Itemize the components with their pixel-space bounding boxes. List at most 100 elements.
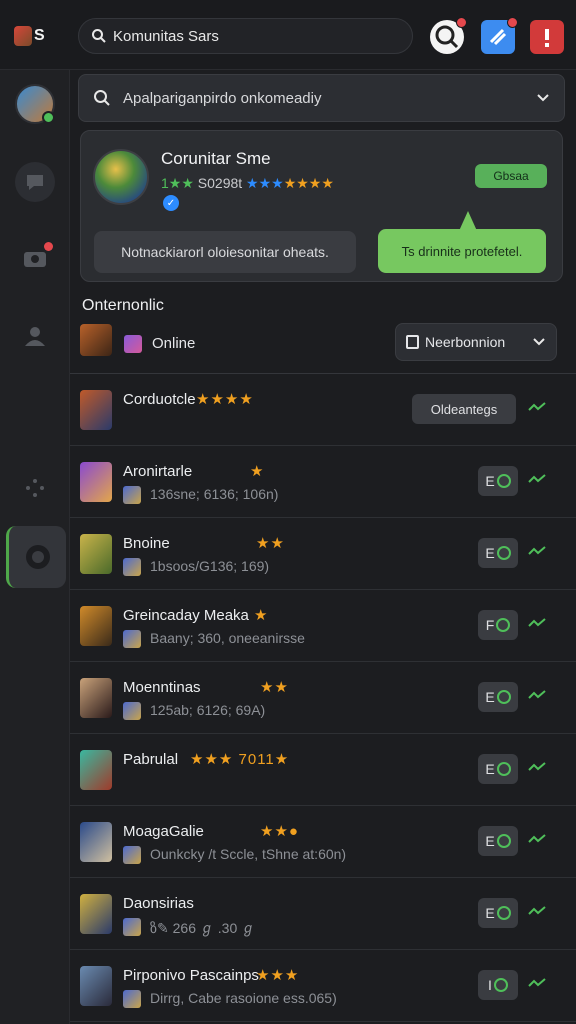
member-row[interactable]: Pabrulal ★★★ 7011★ E bbox=[70, 734, 576, 806]
community-avatar bbox=[93, 149, 149, 205]
game-mini-icon bbox=[124, 335, 142, 353]
member-rating: ★★● bbox=[260, 823, 299, 840]
member-name: Aronirtarle bbox=[123, 463, 193, 480]
record-icon[interactable] bbox=[6, 526, 66, 588]
camera-badge bbox=[44, 242, 53, 251]
invite-button[interactable]: E bbox=[478, 538, 518, 568]
game-mini-icon bbox=[123, 918, 141, 936]
online-label: Online bbox=[152, 335, 196, 352]
chevron-down-icon bbox=[537, 94, 549, 102]
invite-button[interactable]: E bbox=[478, 682, 518, 712]
invite-button-label: E bbox=[485, 761, 495, 777]
logo-icon bbox=[14, 26, 32, 46]
member-avatar bbox=[80, 606, 112, 646]
member-name: Moenntinas bbox=[123, 679, 201, 696]
status-ring-icon bbox=[496, 762, 511, 776]
join-button[interactable]: Gbsaa bbox=[475, 164, 547, 188]
member-avatar bbox=[80, 534, 112, 574]
checkbox-icon bbox=[406, 335, 419, 349]
chat-icon[interactable] bbox=[15, 162, 55, 202]
member-row[interactable]: Corduotcle ★★★★ Oldeantegs bbox=[70, 374, 576, 446]
trend-icon bbox=[528, 834, 546, 843]
online-status-icon bbox=[42, 111, 55, 124]
member-rating: ★ bbox=[254, 607, 269, 624]
invite-button[interactable]: E bbox=[478, 898, 518, 928]
trend-icon bbox=[528, 690, 546, 699]
search-text: Apalpariganpirdo onkomeadiy bbox=[123, 89, 322, 107]
community-title: Corunitar Sme bbox=[161, 149, 271, 168]
game-mini-icon bbox=[123, 702, 141, 720]
member-avatar bbox=[80, 678, 112, 718]
tooltip-pointer bbox=[459, 211, 477, 231]
invite-button[interactable]: I bbox=[478, 970, 518, 1000]
invite-button-label: I bbox=[488, 977, 492, 993]
member-row[interactable]: Moenntinas ★★ 125ab; 6126; 69A) E bbox=[70, 662, 576, 734]
member-avatar bbox=[80, 822, 112, 862]
game-mini-icon bbox=[123, 630, 141, 648]
member-name: MoagaGalie bbox=[123, 823, 204, 840]
invite-button-label: E bbox=[485, 473, 495, 489]
game-mini-icon bbox=[123, 486, 141, 504]
user-icon[interactable] bbox=[15, 316, 55, 356]
invite-button[interactable]: F bbox=[478, 610, 518, 640]
member-name: Pabrulal bbox=[123, 751, 179, 768]
member-row[interactable]: Pirponivo Pascainps ★★★ Dirrg, Cabe rasoio… bbox=[70, 950, 576, 1022]
trend-icon bbox=[528, 906, 546, 915]
member-avatar bbox=[80, 894, 112, 934]
member-list: Corduotcle ★★★★ Oldeantegs Aronirtarle ★ 136s… bbox=[70, 374, 576, 1022]
top-search-bar[interactable]: Komunitas Sars bbox=[78, 18, 413, 54]
member-avatar bbox=[80, 462, 112, 502]
notification-icon[interactable] bbox=[530, 20, 564, 54]
invite-button-label: E bbox=[485, 545, 495, 561]
chevron-down-icon bbox=[533, 338, 545, 346]
community-search-dropdown[interactable]: Apalpariganpirdo onkomeadiy bbox=[78, 74, 565, 122]
avatar[interactable] bbox=[15, 84, 55, 124]
member-row[interactable]: MoagaGalie ★★● Ounkcky /t Sccle, tShne at:… bbox=[70, 806, 576, 878]
member-row[interactable]: Daonsirias ზ✎ 266 ℊ .30 ℊ E bbox=[70, 878, 576, 950]
invite-button[interactable]: E bbox=[478, 826, 518, 856]
member-rating: ★ bbox=[250, 463, 265, 480]
member-name: Daonsirias bbox=[123, 895, 194, 912]
search-badge-icon[interactable] bbox=[430, 17, 467, 54]
dots-icon[interactable] bbox=[15, 468, 55, 508]
member-action-button[interactable]: Oldeantegs bbox=[412, 394, 516, 424]
trend-icon bbox=[528, 762, 546, 771]
member-details: ზ✎ 266 ℊ .30 ℊ bbox=[150, 920, 256, 936]
trend-icon bbox=[528, 402, 546, 411]
invite-button-label: E bbox=[485, 833, 495, 849]
invite-button-label: F bbox=[485, 617, 495, 633]
game-mini-icon bbox=[123, 990, 141, 1008]
logo-text: S bbox=[34, 27, 45, 44]
member-rating: ★★★★ bbox=[196, 391, 254, 408]
status-ring-icon bbox=[493, 978, 508, 992]
member-rating: ★★★ bbox=[256, 967, 300, 984]
game-mini-icon bbox=[123, 846, 141, 864]
app-logo[interactable]: S bbox=[14, 20, 54, 52]
trend-icon bbox=[528, 618, 546, 627]
search-icon bbox=[94, 90, 110, 106]
status-ring-icon bbox=[496, 906, 511, 920]
member-rating: ★★★ 7011★ bbox=[190, 751, 290, 768]
filter-dropdown[interactable]: Neerbonnion bbox=[395, 323, 557, 361]
member-row[interactable]: Greincaday Meaka ★ Baany; 360, oneeanirsse… bbox=[70, 590, 576, 662]
member-row[interactable]: Bnoine ★★ 1bsoos/G136; 169) E bbox=[70, 518, 576, 590]
member-details: Ounkcky /t Sccle, tShne at:60n) bbox=[150, 846, 347, 862]
member-row[interactable]: Aronirtarle ★ 136sne; 6136; 106n) E bbox=[70, 446, 576, 518]
invite-button-label: E bbox=[485, 905, 495, 921]
community-action-button[interactable]: Ts drinnite protefetel. bbox=[378, 229, 546, 273]
game-thumbnail bbox=[80, 324, 112, 356]
discord-icon[interactable] bbox=[481, 17, 518, 54]
status-ring-icon bbox=[496, 834, 511, 848]
community-note: Notnackiarorl oloiesonitar oheats. bbox=[94, 231, 356, 273]
member-details: Dirrg, Cabe rasoione ess.065) bbox=[150, 990, 337, 1006]
invite-button[interactable]: E bbox=[478, 754, 518, 784]
top-bar: S Komunitas Sars bbox=[0, 0, 576, 70]
invite-button[interactable]: E bbox=[478, 466, 518, 496]
search-icon bbox=[92, 29, 106, 43]
member-rating: ★★ bbox=[256, 535, 285, 552]
notification-badge bbox=[507, 17, 518, 28]
camera-icon[interactable] bbox=[15, 238, 55, 278]
top-search-text: Komunitas Sars bbox=[113, 27, 219, 45]
community-card: ✓ Corunitar Sme 1★★ S0298t ★★★★★★★ Gbsaa… bbox=[80, 130, 563, 282]
status-ring-icon bbox=[496, 690, 511, 704]
